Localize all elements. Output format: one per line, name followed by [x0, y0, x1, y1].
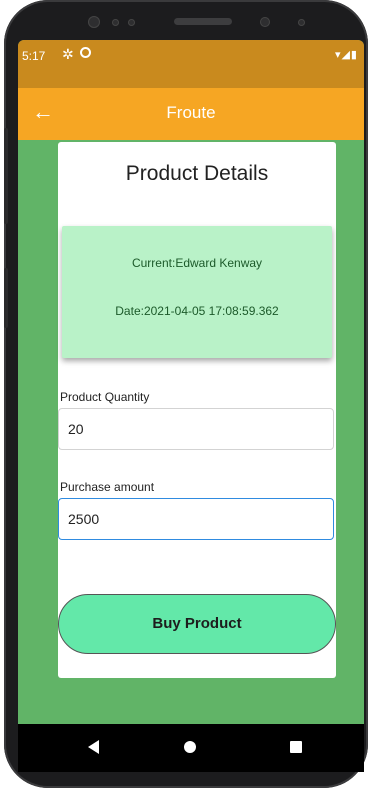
front-camera-icon [260, 17, 270, 27]
date-text: Date:2021-04-05 17:08:59.362 [115, 304, 279, 318]
nav-back-icon[interactable] [88, 740, 99, 754]
product-card: Product Details Current:Edward Kenway Da… [58, 142, 336, 678]
nav-recents-icon[interactable] [290, 741, 302, 753]
do-not-disturb-icon [80, 47, 91, 58]
amount-label: Purchase amount [60, 480, 155, 494]
buy-product-button[interactable]: Buy Product [58, 594, 336, 654]
volume-button [4, 128, 8, 224]
navigation-bar [18, 724, 364, 772]
signal-battery-icon: ▾◢▮ [334, 49, 358, 61]
status-bar: 5:17 ✲ ▾◢▮ [18, 40, 364, 88]
nav-home-icon[interactable] [184, 741, 196, 753]
info-box: Current:Edward Kenway Date:2021-04-05 17… [62, 226, 332, 358]
quantity-input[interactable]: 20 [58, 408, 334, 450]
current-user-text: Current:Edward Kenway [131, 256, 263, 270]
app-title: Froute [166, 103, 216, 122]
power-button [4, 268, 8, 328]
sensor-icon [112, 19, 119, 26]
top-bezel [16, 0, 364, 40]
sensor-icon [128, 19, 135, 26]
page-title: Product Details [125, 162, 269, 185]
gear-icon: ✲ [62, 46, 74, 62]
speaker-grille [174, 18, 232, 25]
camera-icon [88, 16, 100, 28]
app-bar: ← Froute [18, 88, 364, 140]
status-time: 5:17 [22, 49, 46, 63]
sensor-icon [298, 19, 305, 26]
amount-input[interactable]: 2500 [58, 498, 334, 540]
quantity-label: Product Quantity [60, 390, 150, 404]
phone-frame: 5:17 ✲ ▾◢▮ ← Froute Product Details Curr… [4, 0, 368, 788]
screen: 5:17 ✲ ▾◢▮ ← Froute Product Details Curr… [18, 40, 364, 762]
